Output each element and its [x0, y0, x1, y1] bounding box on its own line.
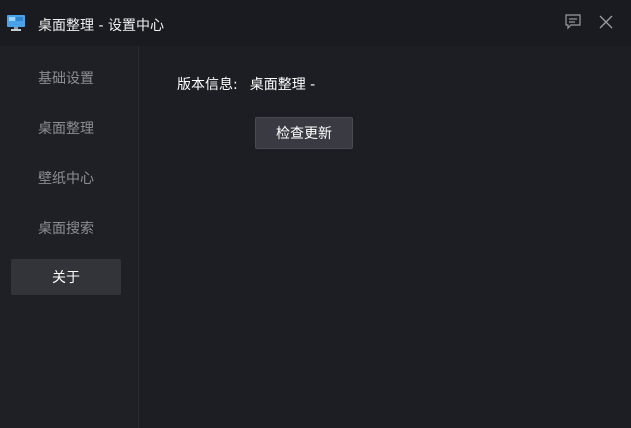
sidebar-item-desktop-search[interactable]: 桌面搜索	[11, 210, 121, 246]
feedback-icon[interactable]	[563, 12, 583, 32]
version-label: 版本信息:	[177, 77, 238, 93]
sidebar: 基础设置 桌面整理 壁纸中心 桌面搜索 关于	[0, 46, 139, 428]
sidebar-item-label: 壁纸中心	[38, 171, 94, 187]
monitor-icon	[6, 14, 26, 32]
sidebar-item-desktop-organize[interactable]: 桌面整理	[11, 110, 121, 146]
sidebar-item-label: 基础设置	[38, 71, 94, 87]
sidebar-item-label: 关于	[52, 270, 80, 286]
version-info: 版本信息: 桌面整理 -	[177, 74, 315, 94]
settings-window: 桌面整理 - 设置中心 基础设置 桌面整理 壁纸中心 桌面搜索 关于 版本信息:…	[0, 0, 631, 428]
sidebar-item-basic-settings[interactable]: 基础设置	[11, 60, 121, 96]
version-value: 桌面整理 -	[249, 77, 316, 93]
window-title: 桌面整理 - 设置中心	[38, 18, 164, 34]
sidebar-item-wallpaper-center[interactable]: 壁纸中心	[11, 160, 121, 196]
title-bar[interactable]: 桌面整理 - 设置中心	[0, 0, 631, 46]
check-update-button[interactable]: 检查更新	[255, 117, 353, 149]
sidebar-item-about[interactable]: 关于	[11, 259, 121, 295]
sidebar-item-label: 桌面搜索	[38, 221, 94, 237]
sidebar-item-label: 桌面整理	[38, 121, 94, 137]
close-icon[interactable]	[596, 12, 616, 32]
about-panel: 版本信息: 桌面整理 - 检查更新	[140, 46, 631, 428]
